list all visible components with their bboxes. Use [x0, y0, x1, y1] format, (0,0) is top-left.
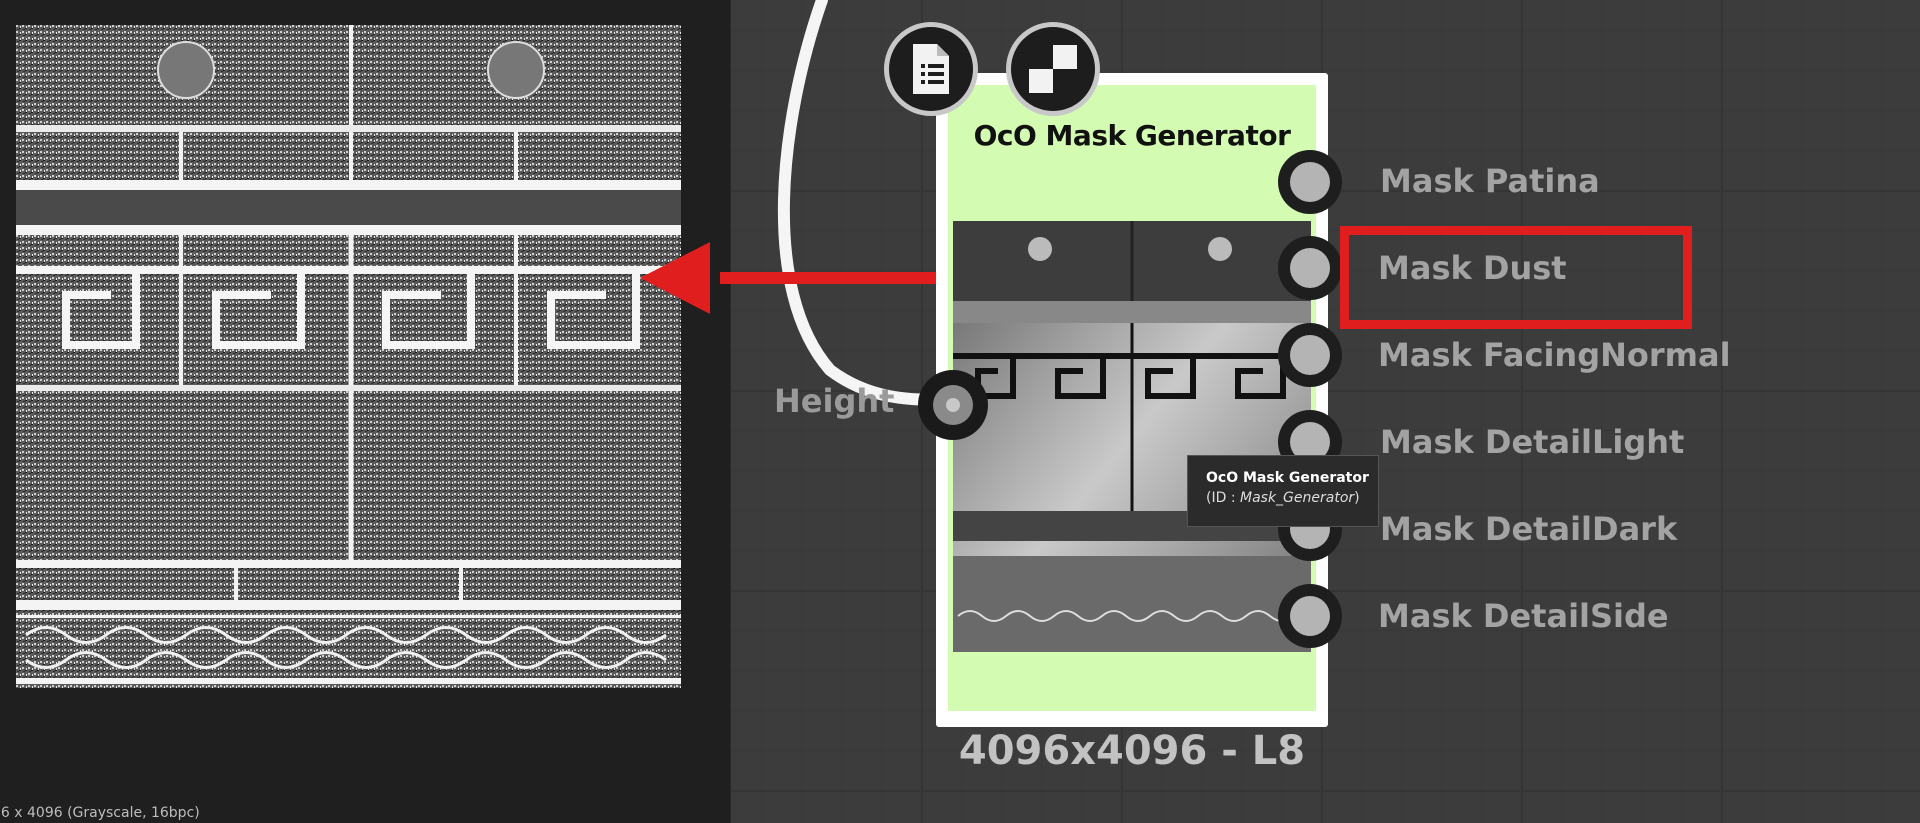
node-tooltip: OcO Mask Generator (ID : Mask_Generator) [1187, 455, 1379, 527]
input-port-height[interactable] [918, 370, 988, 440]
mask-generator-node[interactable]: OcO Mask Generator [936, 73, 1328, 727]
tooltip-id-value: Mask_Generator [1240, 490, 1355, 506]
highlight-box-mask-dust [1340, 226, 1692, 329]
tooltip-id-prefix: (ID : [1206, 490, 1240, 506]
tooltip-id-suffix: ) [1354, 490, 1360, 506]
preview-texture-drawing [16, 25, 681, 688]
tooltip-title: OcO Mask Generator [1206, 470, 1369, 486]
output-label-mask-detaildark: Mask DetailDark [1380, 510, 1678, 548]
output-port-mask-detailside[interactable] [1278, 584, 1342, 648]
output-label-mask-detailside: Mask DetailSide [1378, 597, 1669, 635]
output-port-mask-patina[interactable] [1278, 150, 1342, 214]
node-title: OcO Mask Generator [973, 119, 1291, 152]
node-thumbnail-drawing [953, 221, 1311, 652]
checker-icon[interactable] [1006, 22, 1100, 116]
input-label-height: Height [774, 382, 895, 420]
output-port-mask-dust[interactable] [1278, 236, 1342, 300]
document-list-icon[interactable] [884, 22, 978, 116]
preview-texture-image[interactable] [16, 25, 681, 688]
output-label-mask-patina: Mask Patina [1380, 162, 1600, 200]
preview-status-text: 96 x 4096 (Grayscale, 16bpc) [0, 805, 200, 821]
output-port-mask-facingnormal[interactable] [1278, 323, 1342, 387]
2d-view-panel: 96 x 4096 (Grayscale, 16bpc) [0, 0, 731, 823]
node-thumbnail [953, 221, 1311, 652]
tooltip-id: (ID : Mask_Generator) [1206, 488, 1378, 508]
output-label-mask-detaillight: Mask DetailLight [1380, 423, 1685, 461]
output-label-mask-facingnormal: Mask FacingNormal [1378, 336, 1731, 374]
node-resolution-label: 4096x4096 - L8 [958, 728, 1306, 774]
